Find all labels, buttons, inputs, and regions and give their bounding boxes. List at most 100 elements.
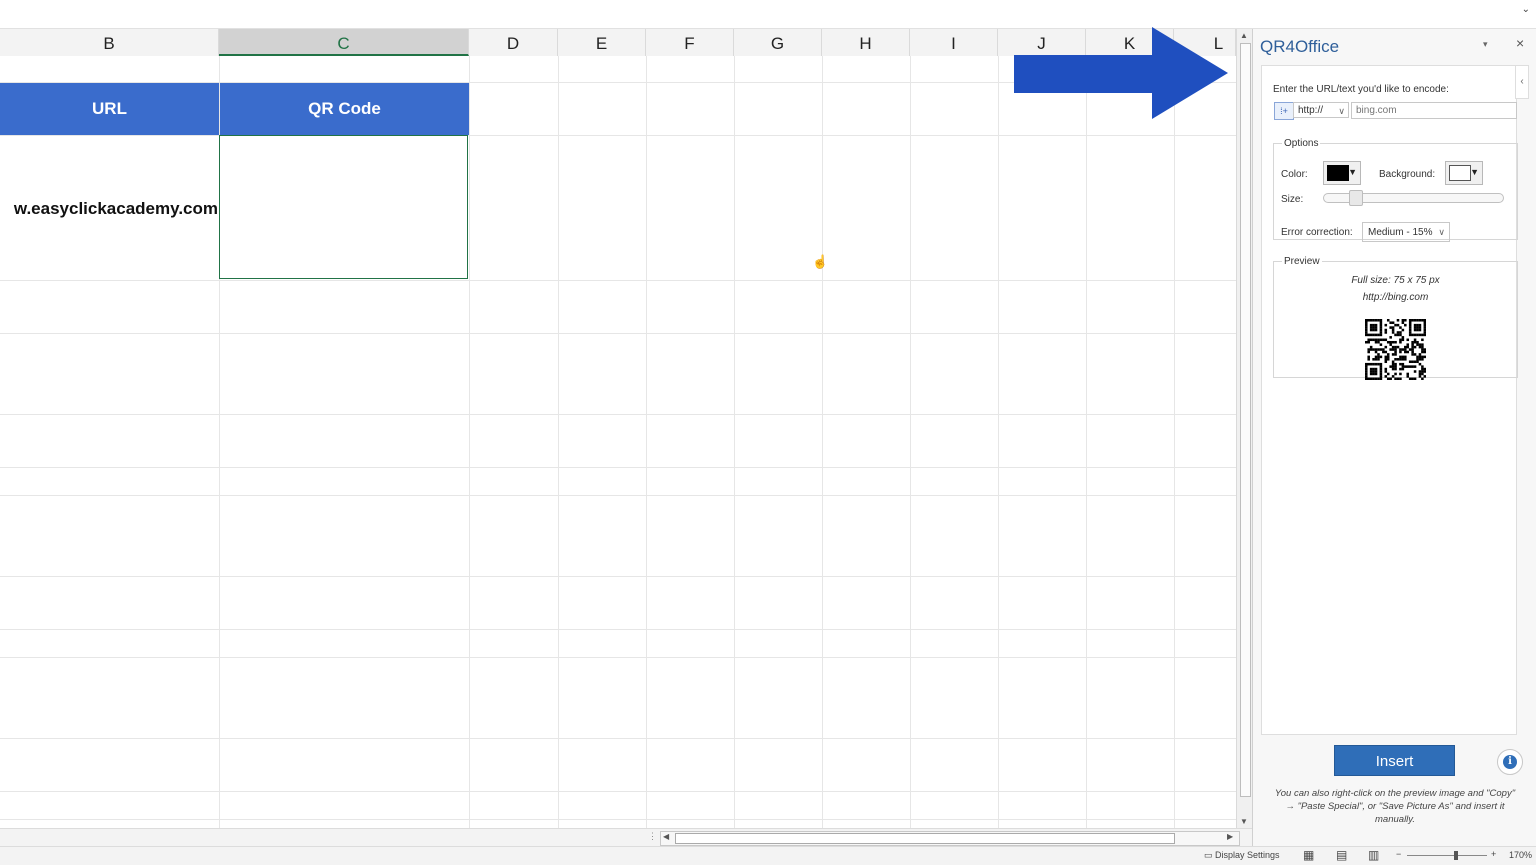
qr-module — [1401, 319, 1405, 322]
qr-module — [1384, 367, 1388, 371]
qr-module — [1394, 350, 1397, 354]
qr-module — [1423, 355, 1426, 359]
qr-module — [1406, 338, 1410, 342]
qr-module — [1382, 348, 1385, 351]
pane-body: Enter the URL/text you'd like to encode:… — [1261, 65, 1518, 735]
qr-module — [1401, 336, 1405, 339]
zoom-out-icon[interactable]: − — [1396, 849, 1401, 859]
scroll-down-icon[interactable]: ▼ — [1240, 817, 1248, 826]
qr-module — [1372, 328, 1375, 332]
qr-module — [1379, 355, 1383, 359]
qr-module — [1386, 340, 1390, 344]
horizontal-scroll-area: ⋮ ◀ ▶ — [0, 828, 1252, 847]
chevron-down-icon: ∨ — [1338, 106, 1345, 116]
qr-module — [1399, 326, 1402, 329]
vertical-scroll-thumb[interactable] — [1240, 43, 1251, 797]
qr-module — [1374, 362, 1378, 366]
qr-module — [1406, 375, 1410, 378]
qr-module — [1374, 328, 1378, 332]
qr-module — [1369, 362, 1373, 366]
zoom-level[interactable]: 170% — [1509, 850, 1532, 860]
qr-module — [1384, 350, 1388, 354]
qr-module — [1399, 377, 1402, 380]
qr-module — [1396, 345, 1400, 349]
qr-module — [1389, 321, 1392, 324]
qr-module — [1394, 345, 1397, 349]
encode-label: Enter the URL/text you'd like to encode: — [1273, 84, 1449, 95]
qr-module — [1416, 333, 1419, 337]
qr-module — [1372, 319, 1375, 322]
zoom-in-icon[interactable]: + — [1491, 849, 1496, 859]
error-correction-select[interactable]: Medium - 15% ∨ — [1362, 222, 1450, 242]
column-header-g[interactable]: G — [734, 29, 822, 56]
collapse-pane-icon[interactable]: ‹ — [1515, 65, 1529, 99]
qr-module — [1377, 319, 1380, 322]
url-header-cell[interactable]: URL — [0, 83, 219, 135]
size-label: Size: — [1281, 194, 1304, 205]
qr-module — [1416, 358, 1419, 361]
horizontal-scroll-thumb[interactable] — [675, 833, 1175, 844]
background-picker[interactable]: ▼ — [1445, 161, 1483, 185]
zoom-slider-track[interactable] — [1407, 855, 1487, 856]
horizontal-scrollbar[interactable]: ◀ ▶ — [660, 831, 1240, 846]
url-input[interactable] — [1351, 102, 1517, 119]
size-slider[interactable] — [1323, 190, 1504, 206]
normal-view-icon[interactable]: ▦ — [1303, 848, 1314, 862]
qr-module — [1406, 365, 1410, 368]
qr-module — [1401, 321, 1405, 324]
spreadsheet-grid[interactable]: URL QR Code w.easyclickacademy.com ☝ — [0, 56, 1236, 828]
column-header-d[interactable]: D — [469, 29, 558, 56]
qr-module — [1369, 377, 1373, 380]
qr-module — [1394, 333, 1397, 337]
page-layout-view-icon[interactable]: ▤ — [1336, 848, 1347, 862]
chevron-down-icon[interactable]: ⌄ — [1522, 4, 1530, 15]
scroll-up-icon[interactable]: ▲ — [1240, 31, 1248, 40]
column-header-h[interactable]: H — [822, 29, 910, 56]
qr-module — [1404, 319, 1407, 322]
hand-cursor-icon: ☝ — [812, 254, 829, 269]
url-value-cell[interactable]: w.easyclickacademy.com — [0, 136, 218, 281]
qr-module — [1365, 365, 1368, 368]
qr-module — [1401, 355, 1405, 359]
qr-module — [1379, 326, 1383, 329]
column-header-e[interactable]: E — [558, 29, 646, 56]
page-break-view-icon[interactable]: ▥ — [1368, 848, 1379, 862]
display-settings-button[interactable]: ▭ Display Settings — [1204, 850, 1280, 861]
qr-module — [1374, 323, 1378, 327]
column-header-f[interactable]: F — [646, 29, 734, 56]
qr-module — [1389, 377, 1392, 380]
insert-button[interactable]: Insert — [1334, 745, 1455, 776]
close-icon[interactable]: × — [1516, 35, 1524, 51]
qr-module — [1379, 319, 1383, 322]
column-header-c[interactable]: C — [219, 29, 469, 56]
scroll-right-icon[interactable]: ▶ — [1227, 832, 1233, 841]
zoom-slider-thumb[interactable] — [1454, 851, 1458, 860]
split-handle-icon[interactable]: ⋮ — [648, 831, 657, 842]
color-picker[interactable]: ▼ — [1323, 161, 1361, 185]
qr-module — [1399, 358, 1402, 361]
vertical-scrollbar[interactable]: ▲ ▼ — [1236, 29, 1253, 829]
info-button[interactable]: i — [1497, 749, 1523, 775]
qr-module — [1369, 323, 1373, 327]
qr-module — [1391, 340, 1395, 344]
protocol-select[interactable]: http:// ∨ — [1293, 102, 1349, 118]
qr-module — [1411, 333, 1414, 337]
column-header-b[interactable]: B — [0, 29, 219, 56]
qr-type-icon[interactable]: ⁞+ — [1274, 102, 1294, 120]
scroll-left-icon[interactable]: ◀ — [663, 832, 669, 841]
column-header-i[interactable]: I — [910, 29, 998, 56]
qr-module — [1404, 323, 1407, 327]
qr-code-preview[interactable] — [1365, 319, 1426, 380]
qr-module — [1367, 319, 1370, 322]
qr-module — [1379, 372, 1383, 376]
chevron-down-icon: ∨ — [1438, 227, 1445, 237]
qr-module — [1389, 348, 1392, 351]
qr-module — [1374, 377, 1378, 380]
qr-module — [1374, 348, 1378, 351]
active-cell[interactable] — [219, 135, 468, 279]
qr-module — [1408, 333, 1412, 337]
qr-code-header-cell[interactable]: QR Code — [220, 83, 469, 135]
size-slider-thumb[interactable] — [1349, 190, 1363, 206]
qr-module — [1418, 319, 1422, 322]
pane-options-icon[interactable]: ▾ — [1483, 39, 1488, 50]
